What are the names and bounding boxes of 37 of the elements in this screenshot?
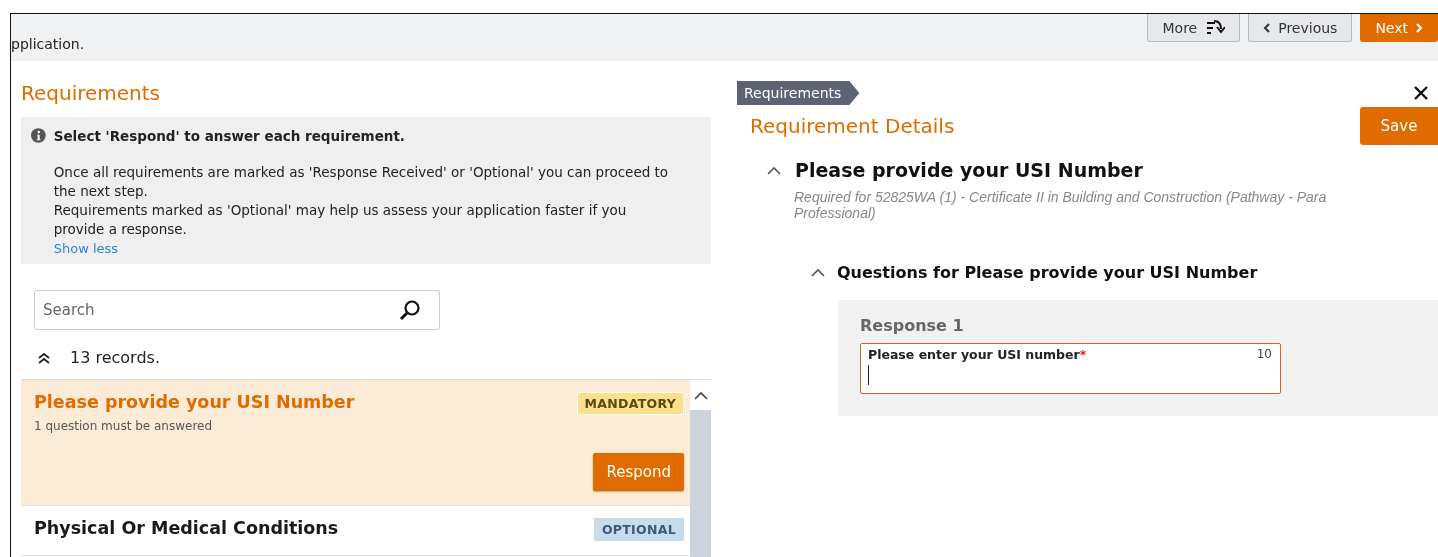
requirement-subtitle: 1 question must be answered — [34, 419, 214, 433]
info-text: Requirements marked as 'Optional' may help us assess your application faster if you provide a response. — [53, 201, 628, 239]
details-title: Requirement Details — [750, 114, 955, 138]
max-length: 10 — [1256, 347, 1272, 362]
scrollbar[interactable] — [690, 380, 711, 557]
info-icon — [31, 127, 46, 144]
chevron-up-icon[interactable] — [767, 165, 781, 175]
requirement-title: Please provide your USI Number — [34, 392, 355, 412]
questions-heading: Questions for Please provide your USI Number — [837, 263, 1258, 282]
requirement-title: Physical Or Medical Conditions — [34, 518, 339, 538]
status-badge: MANDATORY — [576, 392, 684, 415]
usi-input-field[interactable]: Please enter your USI number* 10 — [860, 343, 1281, 394]
info-text: Once all requirements are marked as 'Response Received' or 'Optional' you can proceed to the next step. — [53, 163, 670, 201]
scroll-up-icon[interactable] — [693, 390, 708, 400]
search-icon[interactable] — [399, 299, 421, 321]
arrow-down-icon — [1205, 18, 1226, 37]
records-count: 13 records. — [70, 348, 160, 367]
requirement-item[interactable]: Please provide your USI Number MANDATORY 1 question must be answered Respond — [21, 380, 690, 506]
show-less-link[interactable]: Show less — [53, 241, 119, 256]
requirement-note: Required for 52825WA (1) - Certificate II in Building and Construction (Pathway - Para Professional) — [794, 189, 1328, 221]
field-label: Please enter your USI number* — [868, 347, 1087, 362]
info-heading: Select 'Respond' to answer each requirement. — [53, 127, 406, 146]
search-field[interactable]: Search — [34, 290, 440, 330]
requirement-heading: Please provide your USI Number — [795, 159, 1143, 181]
status-badge: OPTIONAL — [593, 518, 684, 541]
collapse-all-icon[interactable] — [38, 351, 50, 364]
chevron-up-icon[interactable] — [811, 268, 825, 277]
header-text: pplication. — [11, 36, 85, 52]
previous-button[interactable]: Previous — [1248, 14, 1353, 42]
more-button[interactable]: More — [1147, 14, 1241, 42]
response-heading: Response 1 — [860, 316, 965, 335]
breadcrumb[interactable]: Requirements — [737, 81, 860, 105]
chevron-right-icon — [1416, 22, 1423, 33]
close-button[interactable] — [1414, 86, 1428, 100]
chevron-left-icon — [1263, 22, 1271, 33]
panel-title: Requirements — [21, 81, 162, 105]
close-icon — [1414, 86, 1428, 100]
